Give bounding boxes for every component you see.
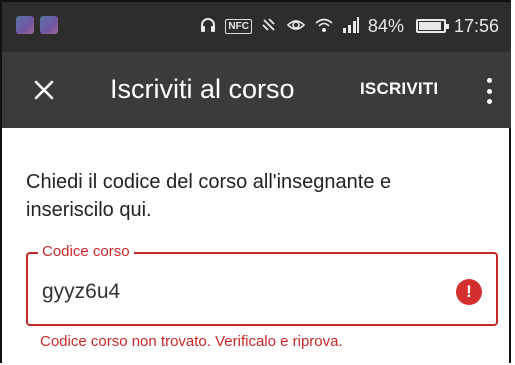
battery-icon xyxy=(415,19,449,33)
more-vert-icon xyxy=(486,78,492,83)
more-options-button[interactable] xyxy=(477,74,501,108)
more-vert-icon xyxy=(486,99,492,104)
eye-icon xyxy=(286,16,306,37)
course-code-label: Codice corso xyxy=(38,243,134,261)
notification-app-icon xyxy=(16,16,34,34)
page-title: Iscriviti al corso xyxy=(110,74,295,104)
battery-percent: 84% xyxy=(367,15,404,36)
course-code-field[interactable]: Codice corso ! xyxy=(26,243,498,326)
vibrate-off-icon xyxy=(260,16,278,37)
more-vert-icon xyxy=(486,88,492,94)
status-bar: NFC 84% 17:56 xyxy=(2,2,511,52)
app-bar: Iscriviti al corso ISCRIVITI xyxy=(2,52,511,128)
close-icon xyxy=(34,80,54,100)
status-icons: NFC 84% 17:56 xyxy=(199,13,499,39)
wifi-icon xyxy=(314,16,334,37)
error-icon: ! xyxy=(456,279,482,305)
battery-level xyxy=(418,22,441,30)
signal-icon xyxy=(342,16,360,37)
enroll-button[interactable]: ISCRIVITI xyxy=(360,79,438,99)
notification-icons xyxy=(16,16,58,34)
headphones-icon xyxy=(199,16,217,37)
course-code-input[interactable] xyxy=(42,280,422,304)
nfc-icon: NFC xyxy=(225,18,252,34)
notification-app-icon xyxy=(40,16,58,34)
instructions-text: Chiedi il codice del corso all'insegnant… xyxy=(26,171,392,221)
error-message: Codice corso non trovato. Verificalo e r… xyxy=(40,333,343,350)
clock: 17:56 xyxy=(453,15,499,36)
close-button[interactable] xyxy=(24,70,64,110)
